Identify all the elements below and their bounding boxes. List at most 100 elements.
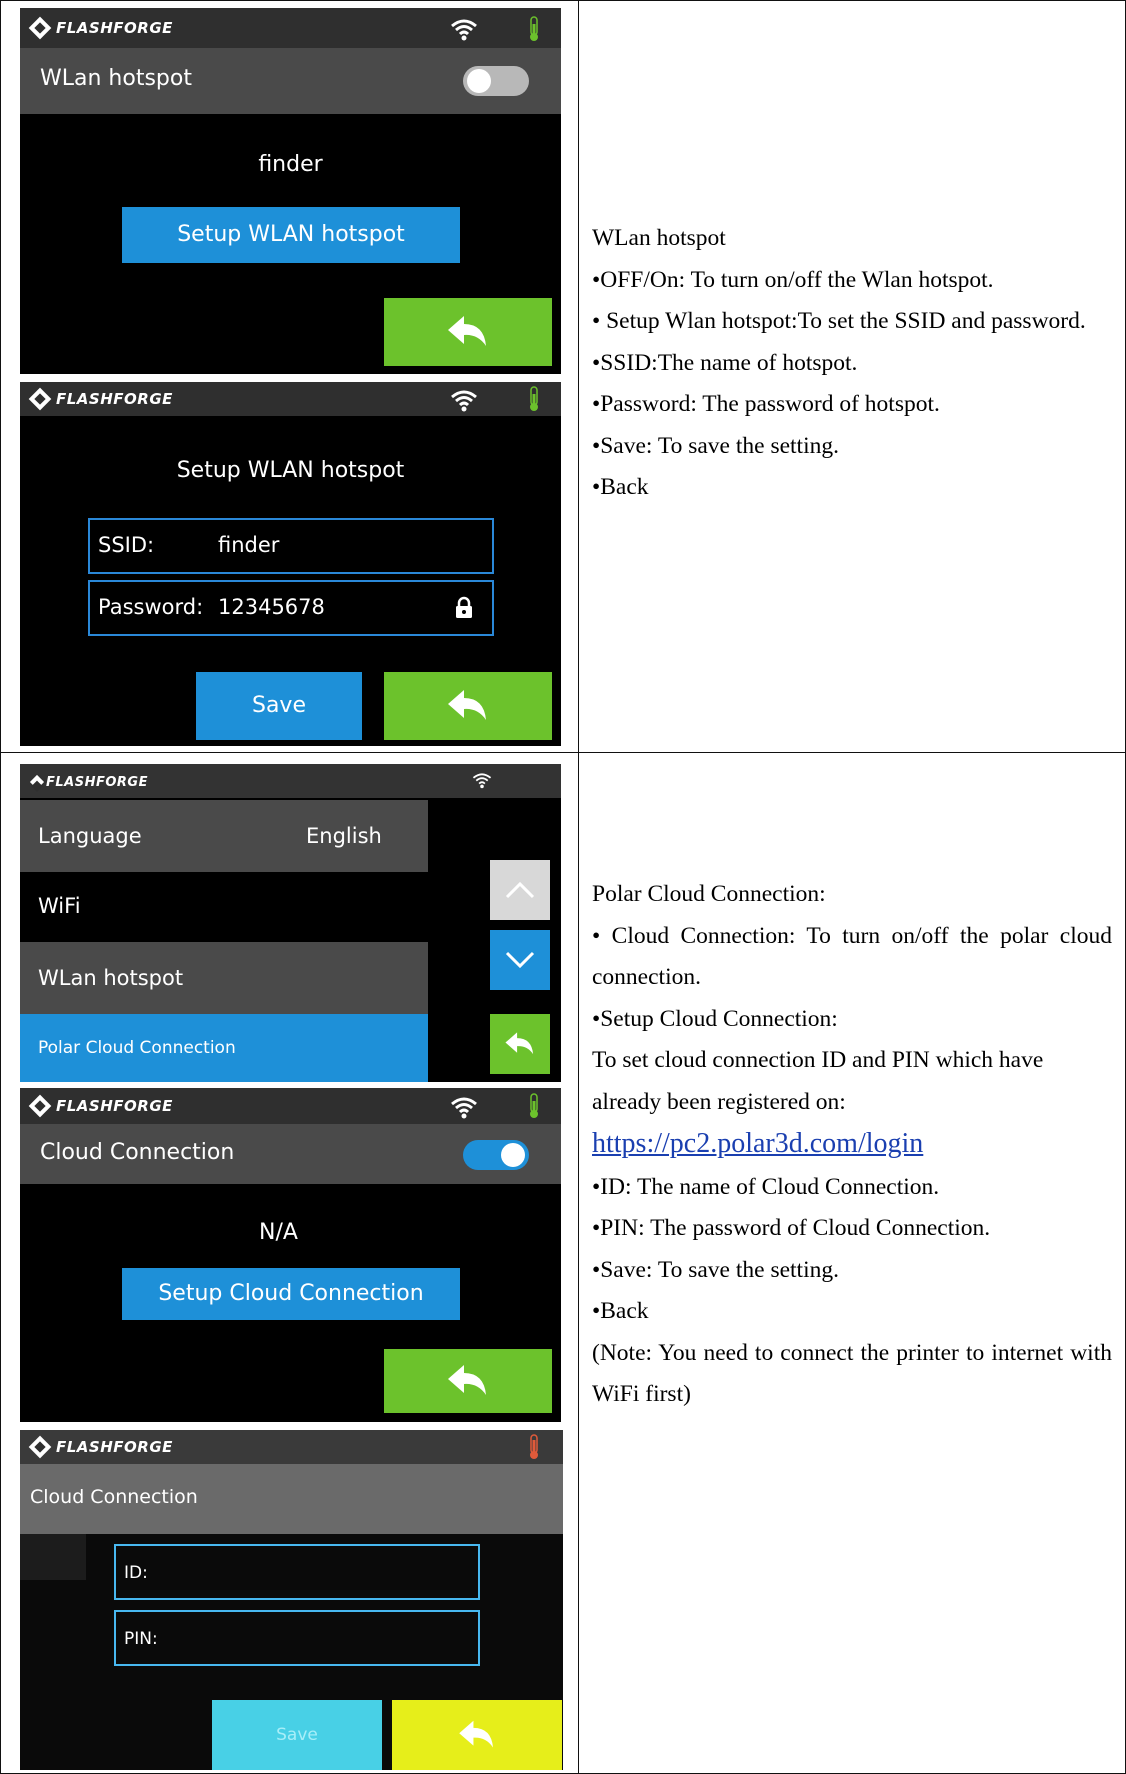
brand-name: FLASHFORGE: [46, 774, 148, 790]
wifi-icon: [451, 1097, 477, 1119]
page-title: Setup WLAN hotspot: [176, 458, 405, 483]
scroll-down-button[interactable]: [490, 930, 550, 990]
back-button[interactable]: [384, 1349, 552, 1413]
back-arrow-icon: [448, 316, 486, 346]
language-value: English: [306, 824, 382, 848]
cloud-status: N/A: [259, 1220, 298, 1245]
setup-wlan-hotspot-button[interactable]: Setup WLAN hotspot: [122, 207, 460, 263]
logo-icon: [28, 16, 52, 40]
status-bar: FLASHFORGE: [20, 764, 561, 798]
wifi-icon: [451, 390, 477, 412]
back-button[interactable]: [384, 672, 552, 740]
desc-line: •Back: [592, 474, 649, 500]
desc-line: •Password: The password of hotspot.: [592, 391, 940, 417]
back-arrow-icon: [448, 690, 486, 720]
desc-note: (Note: You need to connect the printer t…: [592, 1339, 1112, 1408]
menu-item-label: WiFi: [38, 894, 81, 918]
back-button[interactable]: [384, 298, 552, 366]
brand-name: FLASHFORGE: [56, 1097, 173, 1115]
table-column-divider: [578, 0, 579, 1774]
pin-label: PIN:: [124, 1629, 158, 1649]
header-title: Cloud Connection: [40, 1140, 235, 1165]
brand-name: FLASHFORGE: [56, 390, 173, 408]
desc-line: •Back: [592, 1298, 649, 1324]
id-field[interactable]: ID:: [114, 1544, 480, 1600]
header-title: Cloud Connection: [30, 1486, 198, 1508]
chevron-up-icon: [505, 881, 535, 899]
status-bar: FLASHFORGE: [20, 1430, 563, 1464]
wifi-icon: [451, 19, 477, 41]
back-arrow-icon: [459, 1720, 493, 1748]
status-bar: FLASHFORGE: [20, 382, 561, 416]
desc-line: •PIN: The password of Cloud Connection.: [592, 1215, 991, 1241]
flashforge-logo: FLASHFORGE: [28, 16, 173, 40]
save-button[interactable]: Save: [196, 672, 362, 740]
desc-line: •SSID:The name of hotspot.: [592, 349, 858, 376]
menu-item-wlan-hotspot[interactable]: WLan hotspot: [20, 942, 428, 1014]
password-field[interactable]: Password: 12345678: [88, 580, 494, 636]
desc-line: •Save: To save the setting.: [592, 1256, 839, 1283]
brand-name: FLASHFORGE: [56, 19, 173, 37]
flashforge-logo: FLASHFORGE: [29, 772, 148, 792]
side-panel: [20, 1534, 86, 1580]
wifi-icon: [472, 773, 492, 789]
id-label: ID:: [124, 1563, 148, 1583]
logo-icon: [29, 774, 45, 790]
brand-name: FLASHFORGE: [56, 1438, 173, 1456]
flashforge-logo: FLASHFORGE: [28, 387, 173, 411]
polar-cloud-login-link[interactable]: https://pc2.polar3d.com/login: [592, 1128, 923, 1159]
desc-line: •OFF/On: To turn on/off the Wlan hotspot…: [592, 266, 994, 293]
cloud-connection-toggle[interactable]: [463, 1140, 529, 1170]
logo-icon: [28, 387, 52, 411]
back-button[interactable]: [490, 1014, 550, 1074]
table-left-border: [0, 0, 1, 1774]
menu-item-wifi[interactable]: WiFi: [20, 872, 428, 942]
menu-item-language[interactable]: Language English: [20, 800, 428, 872]
wlan-hotspot-screen: FLASHFORGE WLan hotspot finder Setup WLA…: [20, 8, 561, 374]
menu-item-polar-cloud[interactable]: Polar Cloud Connection: [20, 1014, 428, 1082]
flashforge-logo: FLASHFORGE: [28, 1094, 173, 1118]
cloud-connection-header: Cloud Connection: [20, 1124, 561, 1184]
lock-icon[interactable]: [454, 596, 474, 620]
wlan-hotspot-header: WLan hotspot: [20, 48, 561, 114]
menu-item-label: Polar Cloud Connection: [38, 1038, 236, 1058]
wlan-hotspot-description: WLan hotspot •OFF/On: To turn on/off the…: [592, 218, 1112, 509]
setup-cloud-connection-button[interactable]: Setup Cloud Connection: [122, 1268, 460, 1320]
hotspot-name: finder: [258, 152, 323, 177]
status-bar: FLASHFORGE: [20, 8, 561, 48]
cloud-connection-header: Cloud Connection: [20, 1464, 563, 1534]
polar-cloud-description: Polar Cloud Connection: • Cloud Connecti…: [592, 874, 1112, 1416]
toggle-knob: [467, 69, 491, 93]
menu-item-label: Language: [38, 824, 142, 848]
thermometer-icon: [530, 1434, 538, 1459]
cloud-connection-screen: FLASHFORGE Cloud Connection N/A Setup Cl…: [20, 1088, 561, 1422]
menu-item-label: WLan hotspot: [38, 966, 184, 990]
scroll-up-button[interactable]: [490, 860, 550, 920]
table-top-border: [0, 0, 1126, 1]
thermometer-icon: [530, 1093, 538, 1118]
desc-line: •ID: The name of Cloud Connection.: [592, 1173, 940, 1200]
logo-icon: [28, 1435, 52, 1459]
table-row-divider: [0, 752, 1126, 753]
password-label: Password:: [98, 595, 204, 619]
ssid-value: finder: [218, 533, 280, 557]
toggle-knob: [501, 1143, 525, 1167]
setup-wlan-hotspot-screen: FLASHFORGE Setup WLAN hotspot SSID: find…: [20, 382, 561, 746]
flashforge-logo: FLASHFORGE: [28, 1435, 173, 1459]
back-button[interactable]: [392, 1700, 562, 1770]
thermometer-icon: [530, 386, 538, 411]
header-title: WLan hotspot: [40, 66, 192, 91]
back-arrow-icon: [505, 1032, 534, 1055]
thermometer-icon: [530, 16, 538, 41]
pin-field[interactable]: PIN:: [114, 1610, 480, 1666]
password-value: 12345678: [218, 595, 325, 619]
save-button[interactable]: Save: [212, 1700, 382, 1770]
desc-line: • Setup Wlan hotspot:To set the SSID and…: [592, 308, 1086, 334]
wlan-hotspot-toggle[interactable]: [463, 66, 529, 96]
ssid-field[interactable]: SSID: finder: [88, 518, 494, 574]
chevron-down-icon: [505, 951, 535, 969]
desc-title: Polar Cloud Connection:: [592, 881, 826, 907]
desc-title: WLan hotspot: [592, 225, 726, 251]
status-bar: FLASHFORGE: [20, 1088, 561, 1124]
logo-icon: [28, 1094, 52, 1118]
